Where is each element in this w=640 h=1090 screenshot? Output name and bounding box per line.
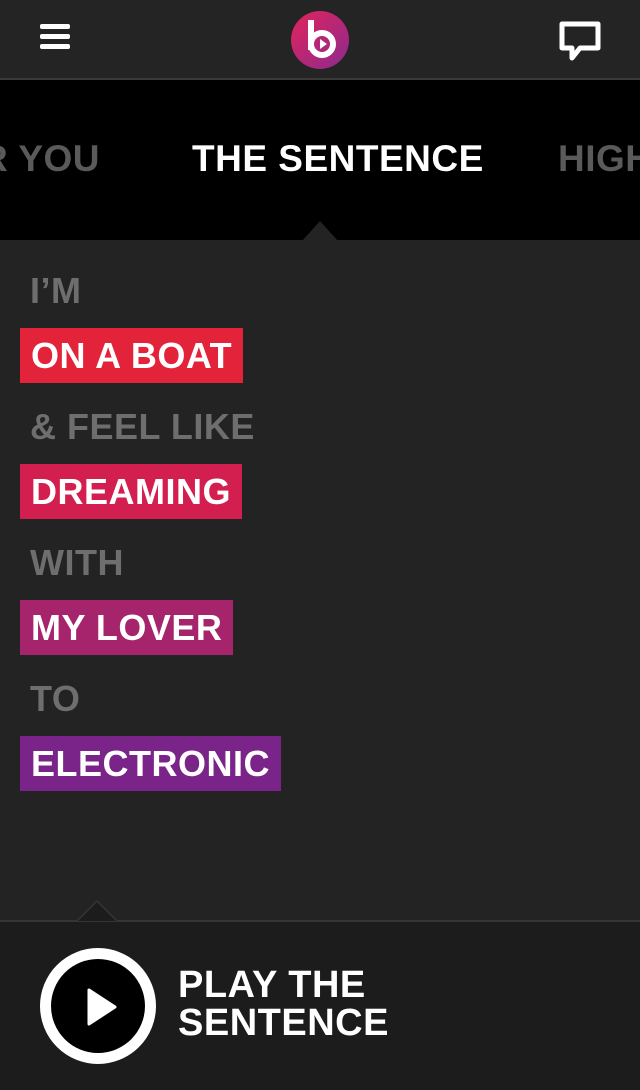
hamburger-menu-icon[interactable] — [40, 22, 72, 54]
tab-for-you[interactable]: R YOU — [0, 138, 100, 180]
sentence-choice-feeling[interactable]: DREAMING — [20, 464, 242, 519]
tab-high[interactable]: HIGH — [558, 138, 640, 180]
tab-the-sentence[interactable]: THE SENTENCE — [192, 138, 484, 180]
play-bar: PLAY THE SENTENCE — [0, 900, 640, 1090]
top-bar — [0, 0, 640, 80]
sentence-choice-companion[interactable]: MY LOVER — [20, 600, 234, 655]
play-sentence-button[interactable] — [40, 948, 156, 1064]
play-label-line2: SENTENCE — [178, 1002, 389, 1044]
sentence-choice-genre[interactable]: ELECTRONIC — [20, 736, 281, 791]
sentence-static-to: TO — [30, 678, 81, 719]
play-sentence-label[interactable]: PLAY THE SENTENCE — [178, 966, 389, 1042]
play-icon — [87, 988, 117, 1026]
sentence-choice-place[interactable]: ON A BOAT — [20, 328, 244, 383]
sentence-static-im: I’M — [30, 270, 82, 311]
chat-bubble-icon[interactable] — [558, 20, 602, 64]
tab-carousel: R YOU THE SENTENCE HIGH — [0, 80, 640, 240]
sentence-static-with: WITH — [30, 542, 124, 583]
play-bar-pointer — [78, 902, 116, 921]
beats-logo-icon[interactable] — [290, 10, 350, 70]
play-label-line1: PLAY THE — [178, 964, 366, 1006]
active-tab-pointer — [302, 221, 338, 240]
sentence-static-feel-like: & FEEL LIKE — [30, 406, 255, 447]
